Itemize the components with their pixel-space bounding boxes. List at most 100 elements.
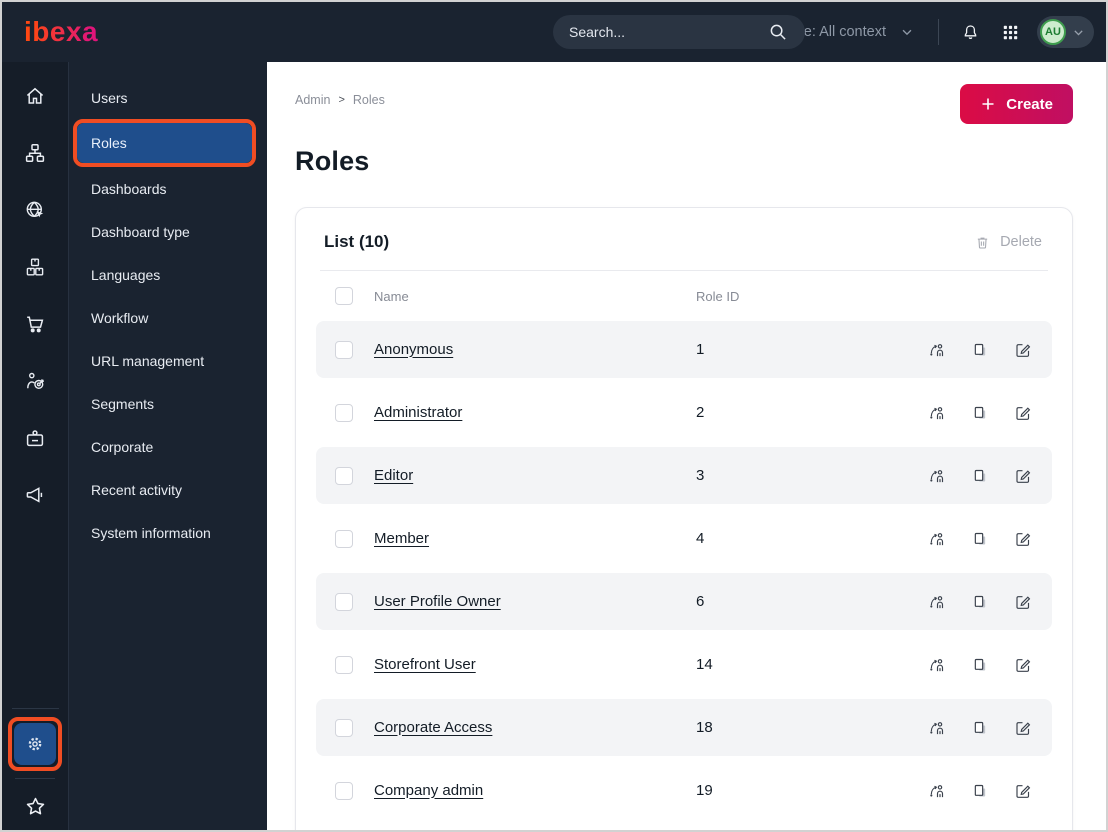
assign-user-icon[interactable] [927,403,947,423]
row-checkbox[interactable] [335,718,353,737]
role-id: 1 [696,341,705,358]
copy-icon[interactable] [970,592,990,612]
breadcrumb-current: Roles [352,93,385,107]
breadcrumb-separator: > [338,94,345,106]
edit-icon[interactable] [1013,529,1033,549]
select-all-checkbox[interactable] [335,287,353,305]
assign-user-icon[interactable] [927,340,947,360]
row-checkbox[interactable] [335,655,353,674]
role-name-link[interactable]: Company admin [374,782,483,799]
sidebar-item-recent-activity[interactable]: Recent activity [69,468,267,511]
row-checkbox[interactable] [335,781,353,800]
role-name-link[interactable]: Editor [374,467,413,484]
bell-icon[interactable] [957,19,983,45]
role-id: 14 [696,656,713,673]
plus-icon [980,96,996,112]
assign-user-icon[interactable] [927,781,947,801]
content-tree-icon[interactable] [15,133,55,173]
annotation-highlight [8,717,62,771]
role-name-link[interactable]: Anonymous [374,341,453,358]
annotation-highlight: Roles [73,119,256,167]
copy-icon[interactable] [970,340,990,360]
admin-sidebar: Users Roles Dashboards Dashboard type La… [69,62,267,830]
role-name-link[interactable]: User Profile Owner [374,593,501,610]
assign-user-icon[interactable] [927,718,947,738]
table-row: Administrator 2 [316,384,1052,441]
edit-icon[interactable] [1013,718,1033,738]
edit-icon[interactable] [1013,592,1033,612]
roles-list-card: List (10) Delete Name Role ID Anonymous … [295,207,1073,830]
page-title: Roles [295,146,370,176]
search-input[interactable] [567,23,765,41]
search-icon[interactable] [765,19,791,45]
copy-icon[interactable] [970,466,990,486]
user-menu[interactable]: AU [1037,16,1094,48]
app-window: ibexa Site: All context [0,0,1108,832]
delete-button[interactable]: Delete [968,233,1048,252]
copy-icon[interactable] [970,529,990,549]
edit-icon[interactable] [1013,655,1033,675]
role-name-link[interactable]: Member [374,530,429,547]
trash-icon [974,234,991,251]
role-name-link[interactable]: Storefront User [374,656,476,673]
sidebar-item-url-management[interactable]: URL management [69,339,267,382]
copy-icon[interactable] [970,718,990,738]
role-id: 4 [696,530,705,547]
create-button[interactable]: Create [960,84,1073,124]
grid-icon[interactable] [997,19,1023,45]
edit-icon[interactable] [1013,781,1033,801]
row-checkbox[interactable] [335,340,353,359]
home-icon[interactable] [15,76,55,116]
role-id: 19 [696,782,713,799]
role-name-link[interactable]: Administrator [374,404,462,421]
breadcrumb-link-admin[interactable]: Admin [295,93,330,107]
assign-user-icon[interactable] [927,655,947,675]
sidebar-item-system-information[interactable]: System information [69,511,267,554]
topbar: ibexa Site: All context [2,2,1106,62]
sidebar-item-languages[interactable]: Languages [69,253,267,296]
sidebar-item-dashboards[interactable]: Dashboards [69,167,267,210]
rail-divider [11,708,59,709]
sidebar-item-segments[interactable]: Segments [69,382,267,425]
list-title: List (10) [324,232,390,251]
avatar: AU [1040,19,1066,45]
edit-icon[interactable] [1013,340,1033,360]
chevron-down-icon [894,19,920,45]
sidebar-item-workflow[interactable]: Workflow [69,296,267,339]
edit-icon[interactable] [1013,466,1033,486]
copy-icon[interactable] [970,655,990,675]
role-id: 3 [696,467,705,484]
row-checkbox[interactable] [335,529,353,548]
table-row: Corporate Access 18 [316,699,1052,756]
sidebar-item-roles[interactable]: Roles [77,123,252,163]
assign-user-icon[interactable] [927,592,947,612]
assign-user-icon[interactable] [927,466,947,486]
assign-user-icon[interactable] [927,529,947,549]
copy-icon[interactable] [970,781,990,801]
sidebar-item-corporate[interactable]: Corporate [69,425,267,468]
table-row: Company admin 19 [316,762,1052,819]
column-header-name: Name [374,288,409,304]
ibexa-logo[interactable]: ibexa [24,16,98,48]
edit-icon[interactable] [1013,403,1033,423]
table-row: Storefront User 14 [316,636,1052,693]
sidebar-item-dashboard-type[interactable]: Dashboard type [69,210,267,253]
column-header-role-id: Role ID [696,288,740,304]
site-globe-icon[interactable] [15,190,55,230]
bookmarks-star-icon[interactable] [15,786,55,826]
sidebar-item-users[interactable]: Users [69,76,267,119]
product-boxes-icon[interactable] [15,247,55,287]
row-checkbox[interactable] [335,403,353,422]
row-checkbox[interactable] [335,466,353,485]
settings-gear-icon[interactable] [14,723,56,765]
marketing-megaphone-icon[interactable] [15,475,55,515]
topbar-divider [938,19,939,45]
personalization-target-icon[interactable] [15,361,55,401]
copy-icon[interactable] [970,403,990,423]
chevron-down-icon [1070,19,1086,45]
role-id: 2 [696,404,705,421]
role-name-link[interactable]: Corporate Access [374,719,492,736]
commerce-cart-icon[interactable] [15,304,55,344]
row-checkbox[interactable] [335,592,353,611]
corporate-badge-icon[interactable] [15,418,55,458]
